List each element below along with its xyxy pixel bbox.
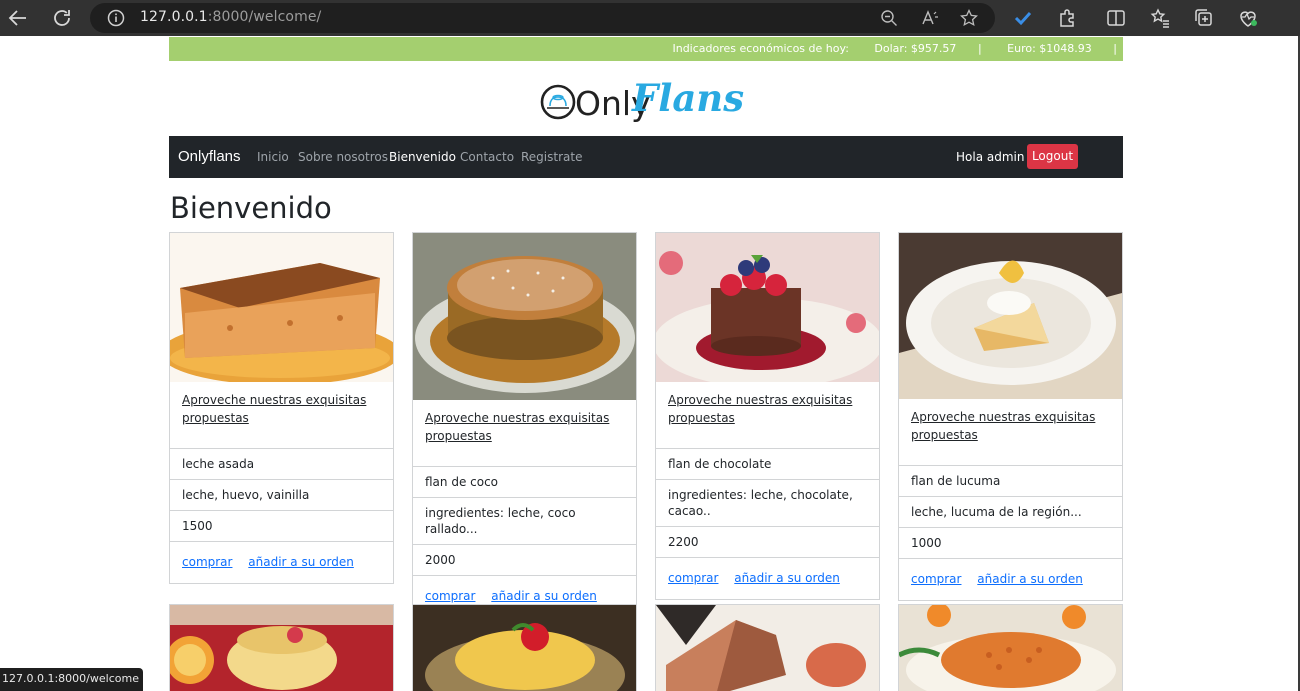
product-card: Aproveche nuestras exquisitas propuestas… bbox=[655, 232, 880, 600]
address-bar[interactable]: 127.0.0.1:8000/welcome/ bbox=[90, 3, 995, 33]
card-product-price: 1500 bbox=[170, 510, 393, 541]
product-card bbox=[655, 604, 880, 691]
add-to-order-link[interactable]: añadir a su orden bbox=[248, 555, 354, 569]
site-info-icon[interactable] bbox=[106, 8, 126, 28]
econ-label: Indicadores económicos de hoy: bbox=[672, 42, 849, 55]
econ-separator: | bbox=[977, 42, 982, 55]
product-image bbox=[656, 605, 879, 691]
card-product-name: flan de coco bbox=[413, 466, 636, 497]
card-product-description: leche, lucuma de la región... bbox=[899, 496, 1122, 527]
nav-link-inicio[interactable]: Inicio bbox=[257, 150, 289, 164]
url-host: 127.0.0.1 bbox=[140, 9, 208, 25]
comprar-link[interactable]: comprar bbox=[911, 572, 961, 586]
economic-indicators-bar: Indicadores económicos de hoy: Dolar: $9… bbox=[169, 37, 1123, 61]
comprar-link[interactable]: comprar bbox=[425, 589, 475, 603]
onlyflans-logo[interactable]: Only Flans bbox=[540, 73, 755, 125]
back-arrow-icon[interactable] bbox=[6, 6, 30, 30]
page-title: Bienvenido bbox=[170, 191, 332, 225]
card-title-link[interactable]: Aproveche nuestras exquisitas propuestas bbox=[182, 393, 366, 425]
add-to-order-link[interactable]: añadir a su orden bbox=[977, 572, 1083, 586]
extensions-puzzle-icon[interactable] bbox=[1055, 6, 1079, 30]
zoom-icon[interactable] bbox=[879, 8, 899, 28]
card-product-description: ingredientes: leche, chocolate, cacao.. bbox=[656, 479, 879, 526]
product-card: Aproveche nuestras exquisitas propuestas… bbox=[898, 232, 1123, 601]
main-navbar: Onlyflans Inicio Sobre nosotros Bienveni… bbox=[169, 136, 1123, 178]
product-card bbox=[898, 604, 1123, 691]
page-viewport: Indicadores económicos de hoy: Dolar: $9… bbox=[0, 36, 1300, 691]
product-image bbox=[170, 605, 393, 691]
comprar-link[interactable]: comprar bbox=[668, 571, 718, 585]
product-card bbox=[412, 604, 637, 691]
euro-value: Euro: $1048.93 bbox=[1007, 42, 1092, 55]
navbar-brand[interactable]: Onlyflans bbox=[178, 148, 241, 165]
card-title-link[interactable]: Aproveche nuestras exquisitas propuestas bbox=[911, 410, 1095, 442]
logo-flans-text: Flans bbox=[631, 76, 744, 120]
card-product-price: 1000 bbox=[899, 527, 1122, 558]
product-card bbox=[169, 604, 394, 691]
card-product-description: ingredientes: leche, coco rallado... bbox=[413, 497, 636, 544]
status-bar-url: 127.0.0.1:8000/welcome bbox=[0, 668, 143, 691]
comprar-link[interactable]: comprar bbox=[182, 555, 232, 569]
product-card: Aproveche nuestras exquisitas propuestas… bbox=[169, 232, 394, 584]
product-image bbox=[899, 605, 1122, 691]
favorites-list-icon[interactable] bbox=[1148, 6, 1172, 30]
econ-separator: | bbox=[1113, 42, 1117, 55]
reload-icon[interactable] bbox=[50, 6, 74, 30]
nav-link-sobre-nosotros[interactable]: Sobre nosotros bbox=[298, 150, 388, 164]
card-product-price: 2200 bbox=[656, 526, 879, 557]
product-image bbox=[413, 605, 636, 691]
card-title-link[interactable]: Aproveche nuestras exquisitas propuestas bbox=[425, 411, 609, 443]
browser-toolbar: 127.0.0.1:8000/welcome/ bbox=[0, 0, 1300, 36]
add-to-order-link[interactable]: añadir a su orden bbox=[491, 589, 597, 603]
add-to-order-link[interactable]: añadir a su orden bbox=[734, 571, 840, 585]
nav-link-contacto[interactable]: Contacto bbox=[460, 150, 514, 164]
product-image bbox=[413, 233, 636, 400]
dolar-value: Dolar: $957.57 bbox=[874, 42, 957, 55]
url-path: :8000/welcome/ bbox=[207, 9, 322, 25]
split-screen-icon[interactable] bbox=[1104, 6, 1128, 30]
favorite-star-icon[interactable] bbox=[959, 8, 979, 28]
product-image bbox=[170, 233, 393, 382]
extension-check-icon[interactable] bbox=[1011, 6, 1035, 30]
collections-icon[interactable] bbox=[1192, 6, 1216, 30]
card-product-name: flan de chocolate bbox=[656, 448, 879, 479]
product-image bbox=[899, 233, 1122, 399]
user-greeting: Hola admin bbox=[956, 150, 1025, 164]
nav-link-bienvenido[interactable]: Bienvenido bbox=[389, 150, 456, 164]
browser-essentials-heart-icon[interactable] bbox=[1236, 6, 1260, 30]
logout-button[interactable]: Logout bbox=[1027, 144, 1078, 169]
product-image bbox=[656, 233, 879, 382]
card-product-name: flan de lucuma bbox=[899, 465, 1122, 496]
card-product-name: leche asada bbox=[170, 448, 393, 479]
url-text[interactable]: 127.0.0.1:8000/welcome/ bbox=[140, 9, 321, 25]
product-card: Aproveche nuestras exquisitas propuestas… bbox=[412, 232, 637, 618]
nav-link-registrate[interactable]: Registrate bbox=[521, 150, 582, 164]
card-title-link[interactable]: Aproveche nuestras exquisitas propuestas bbox=[668, 393, 852, 425]
card-product-description: leche, huevo, vainilla bbox=[170, 479, 393, 510]
read-aloud-icon[interactable] bbox=[920, 8, 940, 28]
card-product-price: 2000 bbox=[413, 544, 636, 575]
